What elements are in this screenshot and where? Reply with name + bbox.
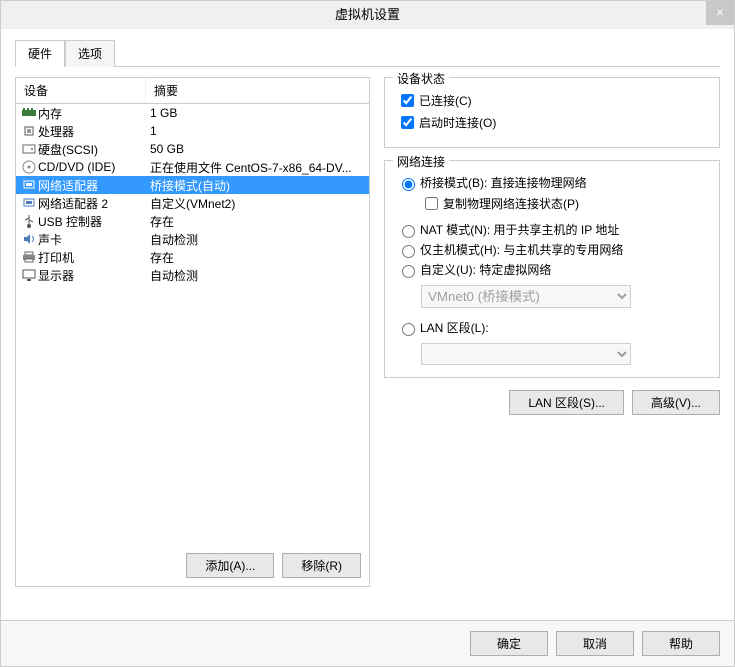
connected-checkbox-row[interactable]: 已连接(C)	[397, 91, 707, 110]
device-row[interactable]: USB 控制器存在	[16, 212, 369, 230]
device-row[interactable]: 打印机存在	[16, 248, 369, 266]
device-summary: 1	[146, 124, 365, 138]
advanced-button[interactable]: 高级(V)...	[632, 390, 720, 415]
printer-icon	[20, 251, 38, 263]
device-name: 网络适配器	[38, 177, 146, 194]
device-name: 打印机	[38, 249, 146, 266]
device-summary: 50 GB	[146, 142, 365, 156]
replicate-label: 复制物理网络连接状态(P)	[443, 195, 579, 212]
custom-vmnet-select: VMnet0 (桥接模式)	[421, 285, 631, 308]
lanseg-select	[421, 343, 631, 365]
connected-checkbox[interactable]	[401, 94, 414, 107]
device-name: 处理器	[38, 123, 146, 140]
custom-radio[interactable]	[402, 265, 415, 278]
usb-icon	[20, 214, 38, 228]
device-summary: 存在	[146, 213, 365, 230]
replicate-checkbox[interactable]	[425, 197, 438, 210]
hostonly-radio[interactable]	[402, 245, 415, 258]
cpu-icon	[20, 124, 38, 138]
device-name: CD/DVD (IDE)	[38, 160, 146, 174]
tab-options[interactable]: 选项	[65, 40, 115, 67]
custom-label: 自定义(U): 特定虚拟网络	[420, 261, 551, 278]
device-list-header: 设备 摘要	[16, 78, 369, 104]
titlebar: 虚拟机设置 ×	[1, 1, 734, 29]
ok-button[interactable]: 确定	[470, 631, 548, 656]
custom-radio-row[interactable]: 自定义(U): 特定虚拟网络	[397, 261, 707, 278]
network-connection-title: 网络连接	[393, 153, 449, 170]
col-summary: 摘要	[146, 78, 186, 103]
bridged-radio[interactable]	[402, 178, 415, 191]
bridged-radio-row[interactable]: 桥接模式(B): 直接连接物理网络	[397, 174, 707, 191]
connect-on-start-checkbox-row[interactable]: 启动时连接(O)	[397, 113, 707, 132]
device-row[interactable]: 声卡自动检测	[16, 230, 369, 248]
network-connection-group: 网络连接 桥接模式(B): 直接连接物理网络 复制物理网络连接状态(P) NAT…	[384, 160, 720, 378]
tab-hardware[interactable]: 硬件	[15, 40, 65, 67]
nat-label: NAT 模式(N): 用于共享主机的 IP 地址	[420, 221, 619, 238]
hostonly-label: 仅主机模式(H): 与主机共享的专用网络	[420, 241, 623, 258]
bridged-label: 桥接模式(B): 直接连接物理网络	[420, 174, 587, 191]
lan-segments-button[interactable]: LAN 区段(S)...	[509, 390, 624, 415]
tab-bar: 硬件 选项	[15, 39, 720, 67]
device-list-body: 内存1 GB处理器1硬盘(SCSI)50 GBCD/DVD (IDE)正在使用文…	[16, 104, 369, 284]
device-list: 设备 摘要 内存1 GB处理器1硬盘(SCSI)50 GBCD/DVD (IDE…	[15, 77, 370, 587]
device-row[interactable]: 硬盘(SCSI)50 GB	[16, 140, 369, 158]
device-summary: 存在	[146, 249, 365, 266]
device-summary: 自动检测	[146, 231, 365, 248]
net-icon	[20, 197, 38, 209]
connected-label: 已连接(C)	[419, 92, 472, 109]
vm-settings-window: 虚拟机设置 × 硬件 选项 设备 摘要 内存1 GB处理器1硬盘(SCSI)50…	[0, 0, 735, 667]
hostonly-radio-row[interactable]: 仅主机模式(H): 与主机共享的专用网络	[397, 241, 707, 258]
device-name: 硬盘(SCSI)	[38, 141, 146, 158]
lanseg-radio-row[interactable]: LAN 区段(L):	[397, 319, 707, 336]
help-button[interactable]: 帮助	[642, 631, 720, 656]
device-name: 内存	[38, 105, 146, 122]
replicate-checkbox-row[interactable]: 复制物理网络连接状态(P)	[421, 194, 707, 213]
device-summary: 桥接模式(自动)	[146, 177, 365, 194]
connect-on-start-checkbox[interactable]	[401, 116, 414, 129]
dialog-footer: 确定 取消 帮助	[1, 620, 734, 666]
lanseg-label: LAN 区段(L):	[420, 319, 489, 336]
window-title: 虚拟机设置	[335, 7, 400, 22]
disk-icon	[20, 143, 38, 155]
device-row[interactable]: 显示器自动检测	[16, 266, 369, 284]
connect-on-start-label: 启动时连接(O)	[419, 114, 496, 131]
col-device: 设备	[16, 78, 146, 103]
add-device-button[interactable]: 添加(A)...	[186, 553, 274, 578]
cancel-button[interactable]: 取消	[556, 631, 634, 656]
remove-device-button[interactable]: 移除(R)	[282, 553, 361, 578]
sound-icon	[20, 233, 38, 245]
device-summary: 自动检测	[146, 267, 365, 284]
device-name: 声卡	[38, 231, 146, 248]
device-status-group: 设备状态 已连接(C) 启动时连接(O)	[384, 77, 720, 148]
cd-icon	[20, 160, 38, 174]
device-row[interactable]: 内存1 GB	[16, 104, 369, 122]
lanseg-radio[interactable]	[402, 323, 415, 336]
settings-panel: 设备状态 已连接(C) 启动时连接(O) 网络连接 桥接模式(B): 直接连接物	[384, 77, 720, 587]
display-icon	[20, 269, 38, 281]
device-status-title: 设备状态	[393, 70, 449, 87]
device-name: 网络适配器 2	[38, 195, 146, 212]
device-row[interactable]: 网络适配器桥接模式(自动)	[16, 176, 369, 194]
close-button[interactable]: ×	[706, 1, 734, 25]
memory-icon	[20, 108, 38, 118]
device-row[interactable]: CD/DVD (IDE)正在使用文件 CentOS-7-x86_64-DV...	[16, 158, 369, 176]
device-row[interactable]: 处理器1	[16, 122, 369, 140]
device-summary: 正在使用文件 CentOS-7-x86_64-DV...	[146, 159, 365, 176]
device-panel: 设备 摘要 内存1 GB处理器1硬盘(SCSI)50 GBCD/DVD (IDE…	[15, 77, 370, 587]
device-row[interactable]: 网络适配器 2自定义(VMnet2)	[16, 194, 369, 212]
nat-radio[interactable]	[402, 225, 415, 238]
nat-radio-row[interactable]: NAT 模式(N): 用于共享主机的 IP 地址	[397, 221, 707, 238]
device-name: USB 控制器	[38, 213, 146, 230]
device-name: 显示器	[38, 267, 146, 284]
device-summary: 自定义(VMnet2)	[146, 195, 365, 212]
device-summary: 1 GB	[146, 106, 365, 120]
net-icon	[20, 179, 38, 191]
